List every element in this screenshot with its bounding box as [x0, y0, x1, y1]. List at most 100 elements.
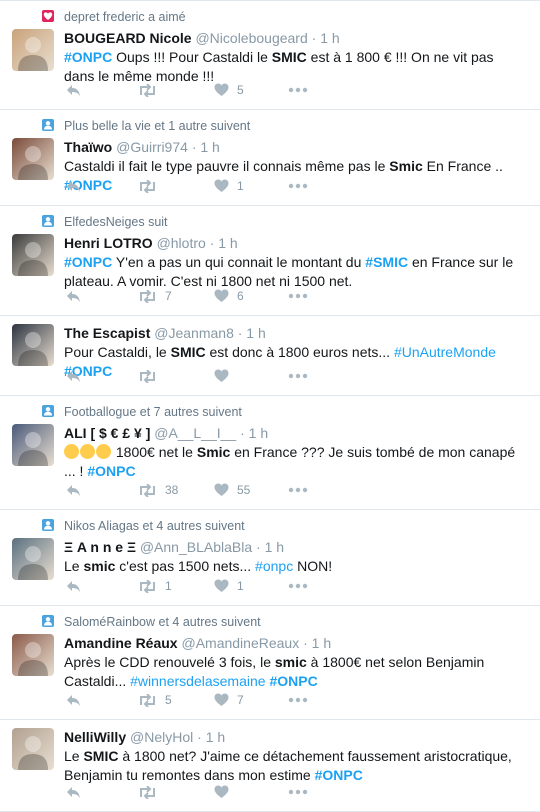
- tweet-context: Footballogue et 7 autres suivent: [42, 404, 526, 420]
- more-button[interactable]: [288, 482, 308, 498]
- more-button[interactable]: [288, 82, 308, 98]
- avatar[interactable]: [12, 424, 54, 466]
- reply-button[interactable]: [66, 784, 81, 800]
- reply-button[interactable]: [66, 288, 81, 304]
- author-handle[interactable]: @Nicolebougeard: [195, 30, 307, 46]
- avatar[interactable]: [12, 234, 54, 276]
- hashtag-link[interactable]: #ONPC: [64, 49, 112, 65]
- like-button[interactable]: [214, 368, 237, 384]
- tweet-context-text[interactable]: ElfedesNeiges suit: [64, 215, 168, 229]
- tweet[interactable]: depret frederic a aimé BOUGEARD Nicole @N…: [0, 0, 540, 110]
- tweet-time[interactable]: · 1 h: [238, 325, 266, 341]
- retweet-count: 7: [165, 289, 172, 303]
- author-name[interactable]: The Escapist: [64, 325, 150, 341]
- hashtag-link[interactable]: #SMIC: [365, 254, 408, 270]
- retweet-button[interactable]: 1: [138, 578, 172, 594]
- heart-icon: [214, 369, 229, 383]
- hashtag-link[interactable]: #ONPC: [269, 673, 317, 689]
- like-button[interactable]: 55: [214, 482, 250, 498]
- author-name[interactable]: Amandine Réaux: [64, 635, 178, 651]
- tweet-header: ALI [ $ € £ ¥ ] @A__L__I__ · 1 h: [64, 424, 526, 442]
- tweet-time[interactable]: · 1 h: [240, 425, 268, 441]
- more-icon: [288, 183, 308, 189]
- hashtag-link[interactable]: #ONPC: [87, 463, 135, 479]
- reply-button[interactable]: [66, 178, 81, 194]
- avatar[interactable]: [12, 538, 54, 580]
- author-name[interactable]: Ξ A n n e Ξ: [64, 539, 136, 555]
- avatar[interactable]: [12, 634, 54, 676]
- author-name[interactable]: NelliWilly: [64, 729, 126, 745]
- retweet-button[interactable]: [138, 784, 165, 800]
- avatar[interactable]: [12, 728, 54, 770]
- tweet[interactable]: Nikos Aliagas et 4 autres suivent Ξ A n n…: [0, 510, 540, 606]
- more-button[interactable]: [288, 692, 308, 708]
- author-name[interactable]: BOUGEARD Nicole: [64, 30, 192, 46]
- retweet-button[interactable]: 5: [138, 692, 172, 708]
- more-icon: [288, 697, 308, 703]
- hashtag-link[interactable]: #ONPC: [64, 254, 112, 270]
- like-button[interactable]: [214, 784, 237, 800]
- like-button[interactable]: 1: [214, 178, 244, 194]
- tweet[interactable]: NelliWilly @NelyHol · 1 h Le SMIC à 1800 …: [0, 720, 540, 812]
- author-name[interactable]: ALI [ $ € £ ¥ ]: [64, 425, 150, 441]
- tweet-time[interactable]: · 1 h: [303, 635, 331, 651]
- like-button[interactable]: 7: [214, 692, 244, 708]
- retweet-button[interactable]: [138, 368, 165, 384]
- retweet-button[interactable]: 7: [138, 288, 172, 304]
- more-icon: [288, 789, 308, 795]
- tweet[interactable]: SaloméRainbow et 4 autres suivent Amandin…: [0, 606, 540, 720]
- more-button[interactable]: [288, 178, 308, 194]
- avatar[interactable]: [12, 138, 54, 180]
- hashtag-link[interactable]: #winnersdelasemaine: [130, 673, 265, 689]
- tweet-context: ElfedesNeiges suit: [42, 214, 526, 230]
- tweet-actions: 11: [64, 575, 364, 597]
- tweet-time[interactable]: · 1 h: [210, 235, 238, 251]
- tweet-time[interactable]: · 1 h: [197, 729, 225, 745]
- like-button[interactable]: 5: [214, 82, 244, 98]
- tweet[interactable]: Plus belle la vie et 1 autre suivent Thaï…: [0, 110, 540, 206]
- retweet-button[interactable]: 38: [138, 482, 178, 498]
- more-button[interactable]: [288, 578, 308, 594]
- like-button[interactable]: 1: [214, 578, 244, 594]
- tweet-context-text[interactable]: Nikos Aliagas et 4 autres suivent: [64, 519, 245, 533]
- more-button[interactable]: [288, 784, 308, 800]
- author-handle[interactable]: @Ann_BLAblaBla: [140, 539, 252, 555]
- reply-button[interactable]: [66, 82, 81, 98]
- avatar[interactable]: [12, 324, 54, 366]
- reply-button[interactable]: [66, 692, 81, 708]
- author-name[interactable]: Thaïwo: [64, 139, 112, 155]
- tweet-text-segment: c'est pas 1500 nets...: [115, 558, 256, 574]
- tweet-time[interactable]: · 1 h: [312, 30, 340, 46]
- tweet[interactable]: Footballogue et 7 autres suivent ALI [ $ …: [0, 396, 540, 510]
- author-handle[interactable]: @hlotro: [157, 235, 206, 251]
- hashtag-link[interactable]: #onpc: [255, 558, 293, 574]
- highlighted-keyword: smic: [274, 654, 307, 670]
- tweet-context-text[interactable]: SaloméRainbow et 4 autres suivent: [64, 615, 261, 629]
- tweet-time[interactable]: · 1 h: [256, 539, 284, 555]
- author-handle[interactable]: @Jeanman8: [154, 325, 234, 341]
- heart-icon: [214, 179, 229, 193]
- tweet-context-text[interactable]: Footballogue et 7 autres suivent: [64, 405, 242, 419]
- hashtag-link[interactable]: #UnAutreMonde: [394, 344, 496, 360]
- author-handle[interactable]: @NelyHol: [130, 729, 193, 745]
- tweet[interactable]: ElfedesNeiges suit Henri LOTRO @hlotro · …: [0, 206, 540, 316]
- reply-button[interactable]: [66, 578, 81, 594]
- tweet-context-text[interactable]: Plus belle la vie et 1 autre suivent: [64, 119, 250, 133]
- tweet-context-text[interactable]: depret frederic a aimé: [64, 10, 186, 24]
- more-button[interactable]: [288, 288, 308, 304]
- retweet-button[interactable]: [138, 82, 165, 98]
- tweet-text: Le SMIC à 1800 net? J'aime ce détachemen…: [64, 747, 526, 785]
- retweet-icon: [138, 579, 157, 593]
- retweet-button[interactable]: [138, 178, 165, 194]
- tweet[interactable]: The Escapist @Jeanman8 · 1 h Pour Castald…: [0, 316, 540, 396]
- more-button[interactable]: [288, 368, 308, 384]
- avatar[interactable]: [12, 29, 54, 71]
- author-handle[interactable]: @Guirri974: [116, 139, 188, 155]
- author-name[interactable]: Henri LOTRO: [64, 235, 153, 251]
- tweet-time[interactable]: · 1 h: [192, 139, 220, 155]
- reply-button[interactable]: [66, 368, 81, 384]
- author-handle[interactable]: @AmandineReaux: [181, 635, 299, 651]
- like-button[interactable]: 6: [214, 288, 244, 304]
- reply-button[interactable]: [66, 482, 81, 498]
- author-handle[interactable]: @A__L__I__: [154, 425, 236, 441]
